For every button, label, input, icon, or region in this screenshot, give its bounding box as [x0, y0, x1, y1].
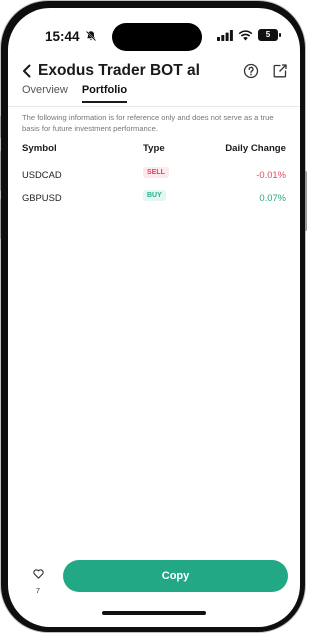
tab-bar: Overview Portfolio — [22, 84, 128, 103]
heart-icon — [32, 569, 44, 579]
status-time: 15:44 — [45, 29, 80, 44]
favorite-count: 7 — [35, 586, 41, 595]
side-button — [0, 199, 1, 239]
side-button — [0, 116, 1, 138]
copy-button[interactable]: Copy — [63, 560, 288, 592]
home-indicator — [102, 611, 206, 615]
row-symbol: USDCAD — [22, 169, 62, 180]
tab-overview[interactable]: Overview — [22, 84, 68, 103]
phone-frame: 15:44 5 Exodus Trader BOT al Overview Po… — [0, 0, 307, 633]
type-badge: BUY — [143, 190, 166, 201]
top-bar: Exodus Trader BOT al — [20, 56, 288, 86]
bell-muted-icon — [85, 30, 97, 42]
type-badge: SELL — [143, 167, 169, 178]
status-icons: 5 — [217, 29, 281, 41]
table-row: GBPUSD BUY 0.07% — [22, 190, 286, 206]
back-arrow-icon[interactable] — [20, 63, 34, 79]
page-title: Exodus Trader BOT al — [38, 62, 200, 79]
wifi-icon — [238, 29, 253, 40]
side-button — [305, 171, 307, 231]
battery-icon: 5 — [258, 29, 281, 41]
divider — [8, 106, 300, 107]
column-header-symbol: Symbol — [22, 143, 57, 154]
app-screen: 15:44 5 Exodus Trader BOT al Overview Po… — [8, 8, 300, 627]
row-symbol: GBPUSD — [22, 192, 62, 203]
battery-level: 5 — [265, 30, 271, 39]
signal-icon — [217, 29, 233, 41]
column-header-daily-change: Daily Change — [225, 143, 286, 154]
disclaimer-text: The following information is for referen… — [22, 113, 274, 133]
row-daily-change: 0.07% — [259, 192, 286, 203]
table-header: Symbol Type Daily Change — [22, 143, 286, 159]
row-daily-change: -0.01% — [256, 169, 286, 180]
share-icon[interactable] — [272, 63, 288, 79]
favorite-button[interactable]: 7 — [30, 566, 46, 595]
dynamic-island — [112, 23, 202, 51]
side-button — [0, 151, 1, 191]
tab-portfolio[interactable]: Portfolio — [81, 84, 128, 103]
bottom-action-bar: 7 Copy — [8, 553, 300, 601]
table-row: USDCAD SELL -0.01% — [22, 167, 286, 183]
column-header-type: Type — [143, 143, 165, 154]
help-icon[interactable] — [243, 63, 259, 79]
